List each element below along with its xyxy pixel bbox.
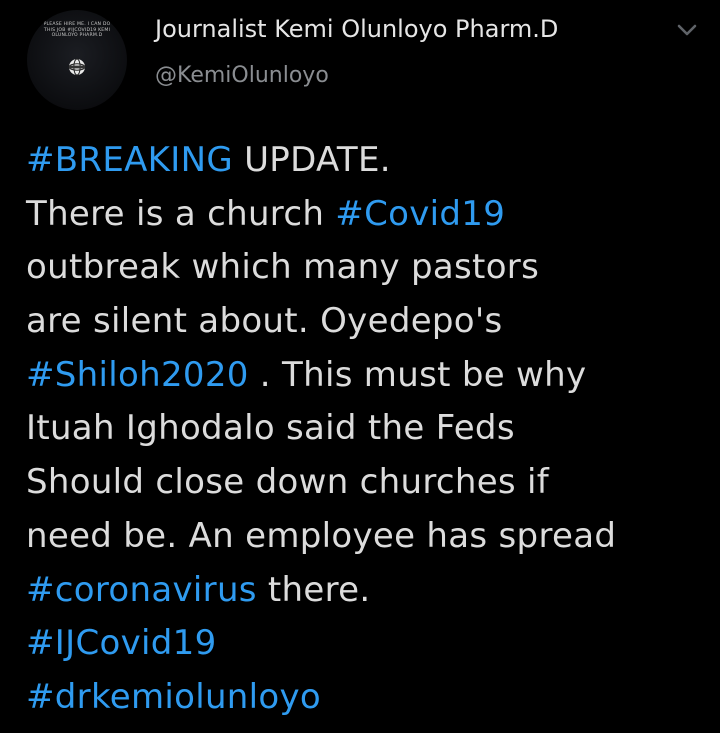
tweet-text-segment: UPDATE. xyxy=(232,140,391,180)
tweet-line: Should close down churches if xyxy=(26,456,710,510)
tweet-line: Ituah Ighodalo said the Feds xyxy=(26,402,710,456)
hashtag-link[interactable]: #BREAKING xyxy=(26,140,233,180)
globe-logo-icon xyxy=(68,58,86,76)
tweet-text-segment: outbreak which many pastors xyxy=(26,247,540,288)
tweet-text-segment: . This must be why xyxy=(248,354,587,395)
tweet-header: PLEASE HIRE ME. I CAN DO THIS JOB #IJCOV… xyxy=(0,0,720,120)
tweet-line: are silent about. Oyedepo's xyxy=(26,295,710,349)
tweet-text-segment: There is a church xyxy=(26,193,336,234)
tweet-text-segment: Ituah Ighodalo said the Feds xyxy=(26,408,515,449)
avatar-caption-line: PLEASE HIRE ME. I CAN DO xyxy=(43,22,111,27)
avatar-caption: PLEASE HIRE ME. I CAN DO THIS JOB #IJCOV… xyxy=(35,22,119,39)
tweet-line: #coronavirus there. xyxy=(26,564,710,618)
tweet-line: #drkemiolunloyo xyxy=(26,671,710,725)
tweet-line: #BREAKING UPDATE. xyxy=(26,134,710,188)
tweet-line: #IJCovid19 xyxy=(26,617,710,671)
tweet-line: #Shiloh2020 . This must be why xyxy=(26,349,710,403)
author-handle[interactable]: @KemiOlunloyo xyxy=(155,62,329,90)
chevron-down-icon[interactable] xyxy=(672,16,702,44)
tweet-text-segment: need be. An employee has spread xyxy=(26,515,617,556)
hashtag-link[interactable]: #Covid19 xyxy=(335,194,505,234)
avatar-caption-line: OLUNLOYO PHARM.D xyxy=(51,33,103,39)
author-display-name[interactable]: Journalist Kemi Olunloyo Pharm.D xyxy=(155,14,558,44)
hashtag-link[interactable]: #coronavirus xyxy=(26,570,257,610)
tweet-line: There is a church #Covid19 xyxy=(26,188,710,242)
tweet-text-segment: Should close down churches if xyxy=(26,462,550,503)
hashtag-link[interactable]: #Shiloh2020 xyxy=(26,355,249,395)
tweet-line: need be. An employee has spread xyxy=(26,510,710,564)
hashtag-link[interactable]: #IJCovid19 xyxy=(26,623,217,663)
avatar[interactable]: PLEASE HIRE ME. I CAN DO THIS JOB #IJCOV… xyxy=(27,10,127,110)
tweet-text-segment: there. xyxy=(256,569,371,610)
tweet-text: #BREAKING UPDATE. There is a church #Cov… xyxy=(26,134,710,725)
tweet-line: outbreak which many pastors xyxy=(26,241,710,295)
tweet-text-segment: are silent about. Oyedepo's xyxy=(26,301,503,342)
hashtag-link[interactable]: #drkemiolunloyo xyxy=(26,677,321,717)
